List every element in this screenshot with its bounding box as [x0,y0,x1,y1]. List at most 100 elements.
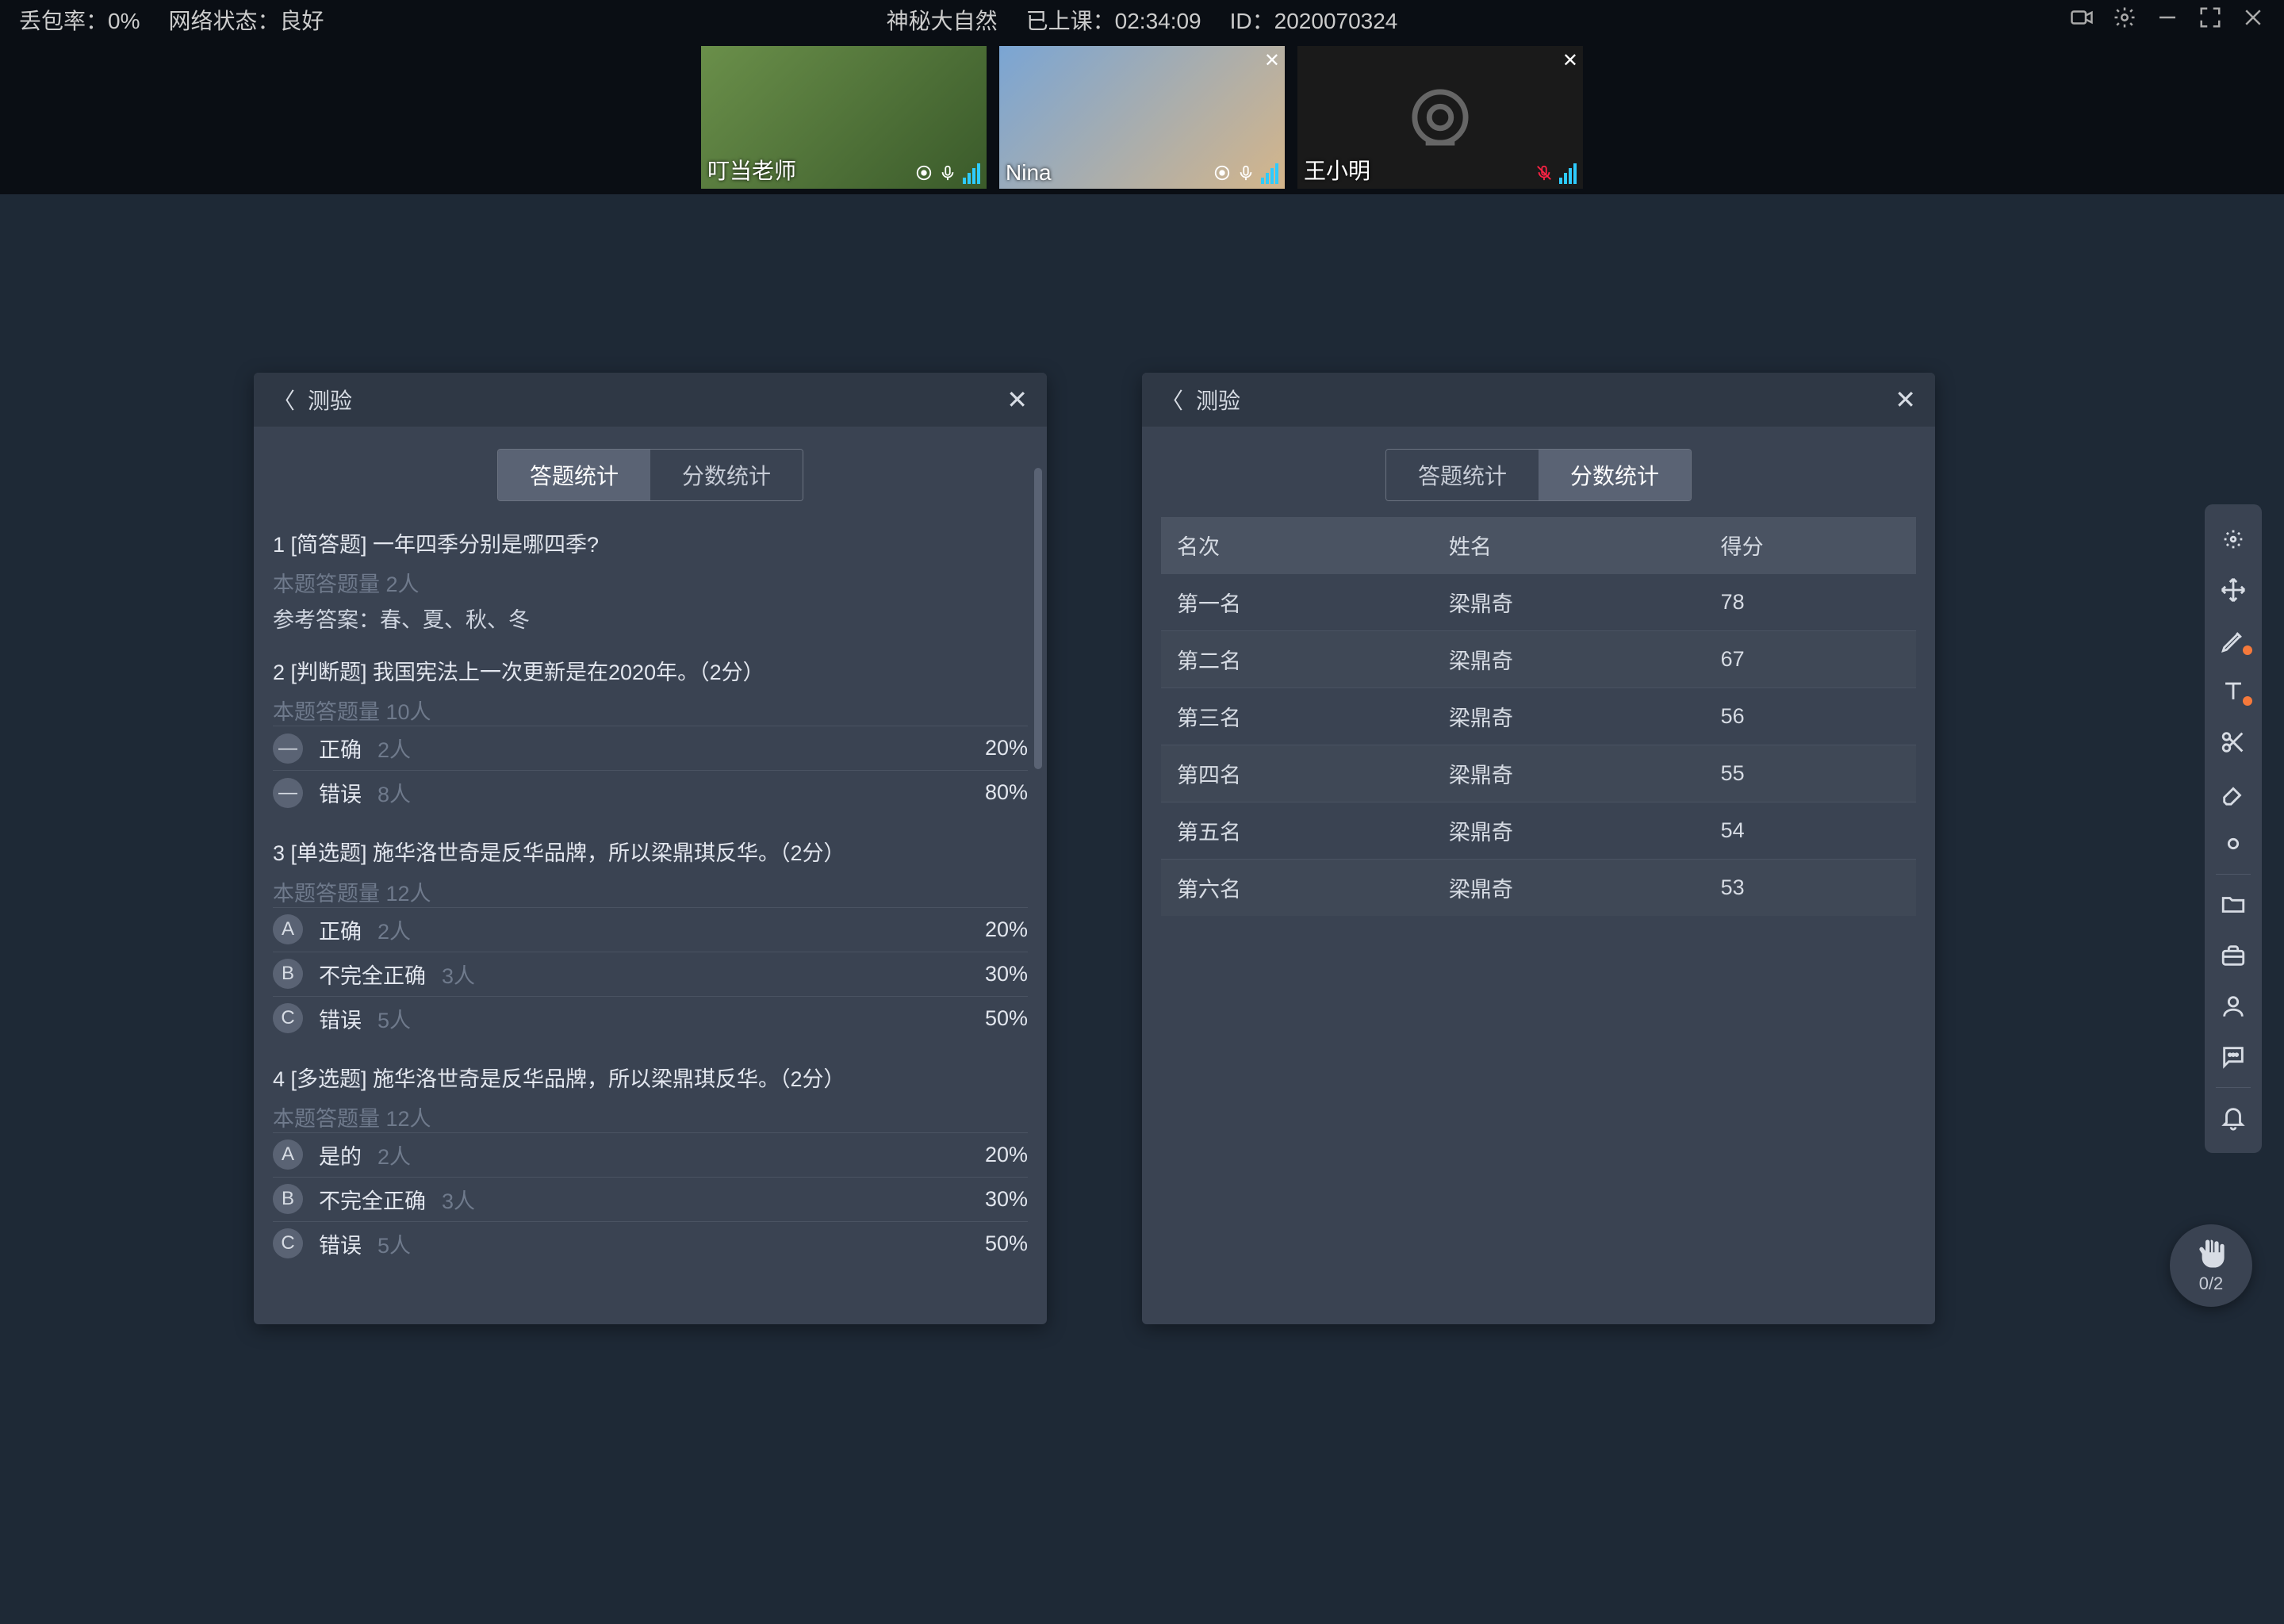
option-percent: 50% [985,1231,1028,1256]
question-response-count: 本题答题量 12人 [273,876,1028,907]
table-cell: 梁鼎奇 [1433,688,1705,745]
tab-group: 答题统计 分数统计 [497,449,803,501]
option-row: A是的2人20% [273,1132,1028,1177]
option-count: 2人 [377,1139,411,1170]
close-tile-icon[interactable]: ✕ [1562,49,1578,72]
class-id: ID：2020070324 [1230,4,1398,36]
table-cell: 54 [1705,802,1916,860]
close-tile-icon[interactable]: ✕ [1264,49,1280,72]
camera-off-icon [1397,74,1484,161]
table-header: 姓名 [1433,517,1705,574]
tile-indicators [1535,162,1577,184]
separator [2216,1087,2251,1088]
table-row: 第三名梁鼎奇56 [1161,688,1916,745]
chat-icon[interactable] [2205,1032,2262,1082]
option-percent: 20% [985,736,1028,760]
option-text: 错误 [319,777,362,808]
option-row: C错误5人50% [273,1221,1028,1266]
tile-indicators [1213,162,1278,184]
indicator-dot [2243,645,2252,655]
option-letter: C [273,1228,303,1258]
packet-loss: 丢包率：0% [19,4,140,36]
panel-title: 测验 [308,384,352,416]
question-block: 1 [简答题] 一年四季分别是哪四季?本题答题量 2人参考答案：春、夏、秋、冬 [273,517,1028,645]
option-count: 3人 [442,1184,475,1215]
eraser-icon[interactable] [2205,768,2262,818]
bell-icon[interactable] [2205,1093,2262,1143]
quiz-answer-panel: 〈 测验 ✕ 答题统计 分数统计 1 [简答题] 一年四季分别是哪四季?本题答题… [254,373,1047,1324]
table-cell: 梁鼎奇 [1433,631,1705,688]
tab-answer-stats[interactable]: 答题统计 [498,450,650,500]
tab-answer-stats[interactable]: 答题统计 [1386,450,1539,500]
raise-hand-button[interactable]: 0/2 [2170,1224,2252,1307]
back-button[interactable]: 〈 [1161,384,1183,416]
video-tile[interactable]: ✕王小明 [1297,46,1583,189]
toolbox-icon[interactable] [2205,930,2262,981]
video-tile[interactable]: ✕Nina [999,46,1285,189]
question-response-count: 本题答题量 12人 [273,1101,1028,1132]
volume-bars-icon [1559,162,1577,184]
option-text: 错误 [319,1228,362,1259]
settings-icon[interactable] [2113,6,2136,35]
option-text: 错误 [319,1003,362,1034]
tool-sidebar [2205,504,2262,1153]
close-panel-icon[interactable]: ✕ [1006,385,1028,415]
table-row: 第二名梁鼎奇67 [1161,631,1916,688]
folder-icon[interactable] [2205,879,2262,930]
table-cell: 第四名 [1161,745,1433,802]
user-icon[interactable] [2205,981,2262,1032]
brightness-icon[interactable] [2205,818,2262,869]
fullscreen-icon[interactable] [2198,6,2222,35]
laser-pointer-icon[interactable] [2205,514,2262,565]
indicator-dot [2243,696,2252,706]
table-cell: 78 [1705,574,1916,631]
table-row: 第四名梁鼎奇55 [1161,745,1916,802]
table-row: 第五名梁鼎奇54 [1161,802,1916,860]
table-cell: 梁鼎奇 [1433,574,1705,631]
answer-stats-body[interactable]: 1 [简答题] 一年四季分别是哪四季?本题答题量 2人参考答案：春、夏、秋、冬 2… [254,517,1047,1324]
table-cell: 梁鼎奇 [1433,860,1705,917]
tab-score-stats[interactable]: 分数统计 [650,450,803,500]
participant-name: 叮当老师 [707,154,796,186]
panel-title: 测验 [1196,384,1240,416]
back-button[interactable]: 〈 [273,384,295,416]
scissors-icon[interactable] [2205,717,2262,768]
option-row: —正确2人20% [273,726,1028,770]
camera-toggle-icon[interactable] [2070,6,2094,35]
question-response-count: 本题答题量 10人 [273,695,1028,726]
separator [2216,874,2251,875]
close-window-icon[interactable] [2241,6,2265,35]
table-header: 名次 [1161,517,1433,574]
text-tool-icon[interactable] [2205,666,2262,717]
option-letter: B [273,1184,303,1214]
quiz-score-panel: 〈 测验 ✕ 答题统计 分数统计 名次姓名得分 第一名梁鼎奇78第二名梁鼎奇67… [1142,373,1935,1324]
table-cell: 第六名 [1161,860,1433,917]
question-block: 4 [多选题] 施华洛世奇是反华品牌，所以梁鼎琪反华。（2分）本题答题量 12人… [273,1051,1028,1277]
video-tile[interactable]: 叮当老师 [701,46,987,189]
option-text: 不完全正确 [319,1184,426,1215]
option-count: 2人 [377,733,411,764]
volume-bars-icon [963,162,980,184]
table-cell: 第三名 [1161,688,1433,745]
volume-bars-icon [1261,162,1278,184]
question-block: 2 [判断题] 我国宪法上一次更新是在2020年。（2分）本题答题量 10人—正… [273,645,1028,825]
tab-score-stats[interactable]: 分数统计 [1539,450,1691,500]
close-panel-icon[interactable]: ✕ [1895,385,1916,415]
minimize-icon[interactable] [2156,6,2179,35]
tab-group: 答题统计 分数统计 [1385,449,1692,501]
option-text: 正确 [319,733,362,764]
table-row: 第一名梁鼎奇78 [1161,574,1916,631]
option-letter: A [273,1139,303,1170]
option-percent: 20% [985,1143,1028,1167]
option-row: C错误5人50% [273,996,1028,1040]
pen-icon[interactable] [2205,615,2262,666]
table-cell: 67 [1705,631,1916,688]
scrollbar[interactable] [1034,468,1042,769]
option-text: 正确 [319,914,362,945]
option-letter: — [273,778,303,808]
network-status: 网络状态：良好 [168,4,324,36]
score-stats-body[interactable]: 名次姓名得分 第一名梁鼎奇78第二名梁鼎奇67第三名梁鼎奇56第四名梁鼎奇55第… [1142,517,1935,1324]
hand-icon [2194,1237,2228,1270]
move-icon[interactable] [2205,565,2262,615]
question-block: 3 [单选题] 施华洛世奇是反华品牌，所以梁鼎琪反华。（2分）本题答题量 12人… [273,825,1028,1051]
